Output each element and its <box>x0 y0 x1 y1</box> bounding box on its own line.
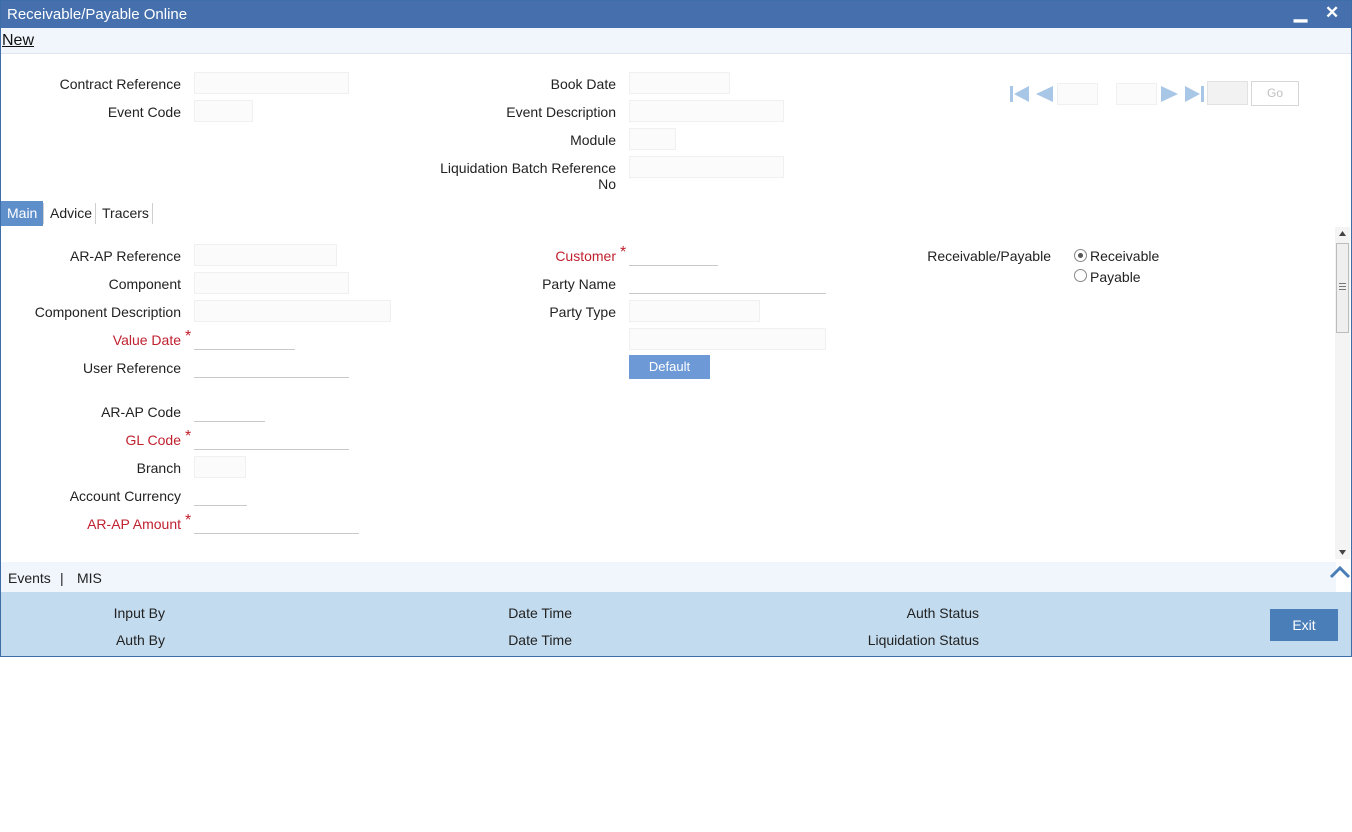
scroll-up-icon[interactable] <box>1338 230 1347 237</box>
liquidation-batch-reference-text-1: Liquidation Batch Reference <box>440 160 616 176</box>
last-record-icon[interactable] <box>1183 83 1205 105</box>
new-link[interactable]: New <box>2 32 34 50</box>
customer-required-mark: * <box>620 244 627 261</box>
tab-divider <box>152 203 153 224</box>
tab-advice[interactable]: Advice <box>44 201 98 226</box>
arap-amount-input[interactable] <box>194 512 359 534</box>
title-bar: Receivable/Payable Online ▁ ✕ <box>1 1 1351 28</box>
exit-button[interactable]: Exit <box>1270 609 1338 641</box>
input-date-time-label: Date Time <box>508 605 572 621</box>
gl-code-input[interactable] <box>194 428 349 450</box>
scrollbar-thumb[interactable] <box>1336 243 1349 333</box>
auth-by-label: Auth By <box>115 632 165 648</box>
minimize-icon[interactable]: ▁ <box>1294 3 1307 23</box>
total-records-field[interactable] <box>1116 83 1157 105</box>
current-record-field[interactable] <box>1057 83 1098 105</box>
payable-radio-label: Payable <box>1090 269 1141 285</box>
component-description-input[interactable] <box>194 300 391 322</box>
previous-record-icon[interactable] <box>1033 83 1055 105</box>
next-record-icon[interactable] <box>1159 83 1181 105</box>
liquidation-batch-reference-text-2: No <box>598 176 616 192</box>
liquidation-status-label: Liquidation Status <box>867 632 979 648</box>
liquidation-batch-reference-label: Liquidation Batch Reference No <box>440 160 616 192</box>
menu-bar: New <box>1 28 1351 54</box>
component-label: Component <box>108 276 181 292</box>
customer-label: Customer <box>555 248 616 264</box>
contract-reference-input[interactable] <box>194 72 349 94</box>
event-description-label: Event Description <box>506 104 616 120</box>
customer-input[interactable] <box>629 244 718 266</box>
party-name-label: Party Name <box>542 276 616 292</box>
branch-label: Branch <box>136 460 181 476</box>
receivable-payable-label: Receivable/Payable <box>927 248 1051 264</box>
value-date-required-mark: * <box>185 328 192 345</box>
event-code-input[interactable] <box>194 100 253 122</box>
receivable-radio[interactable] <box>1074 249 1087 262</box>
event-code-label: Event Code <box>107 104 181 120</box>
component-description-label: Component Description <box>34 304 181 320</box>
arap-code-label: AR-AP Code <box>101 404 181 420</box>
window-title: Receivable/Payable Online <box>7 6 188 23</box>
module-label: Module <box>570 132 616 148</box>
collapse-chevron-icon[interactable] <box>1329 564 1351 580</box>
liquidation-batch-reference-input[interactable] <box>629 156 784 178</box>
arap-reference-label: AR-AP Reference <box>69 248 181 264</box>
gl-code-label: GL Code <box>125 432 181 448</box>
default-button[interactable]: Default <box>629 355 710 379</box>
receivable-radio-label: Receivable <box>1090 248 1160 264</box>
footer-audit-panel: Input By Auth By Date Time Date Time Aut… <box>1 592 1351 656</box>
vertical-scrollbar[interactable] <box>1335 227 1350 559</box>
event-description-input[interactable] <box>629 100 784 122</box>
party-name-input[interactable] <box>629 272 826 294</box>
arap-reference-input[interactable] <box>194 244 337 266</box>
go-button[interactable]: Go <box>1251 81 1299 106</box>
payable-radio[interactable] <box>1074 269 1087 282</box>
account-currency-input[interactable] <box>194 484 247 506</box>
main-window: Receivable/Payable Online ▁ ✕ New Contra… <box>0 0 1352 657</box>
account-currency-label: Account Currency <box>69 488 181 504</box>
value-date-input[interactable] <box>194 328 295 350</box>
close-icon[interactable]: ✕ <box>1325 3 1339 23</box>
scroll-down-icon[interactable] <box>1338 549 1347 556</box>
value-date-label: Value Date <box>112 332 181 348</box>
gl-code-required-mark: * <box>185 428 192 445</box>
contract-reference-label: Contract Reference <box>59 76 181 92</box>
arap-code-input[interactable] <box>194 400 265 422</box>
page-number-input[interactable] <box>1207 81 1248 105</box>
branch-input[interactable] <box>194 456 246 478</box>
events-link[interactable]: Events <box>8 570 51 586</box>
auth-status-label: Auth Status <box>906 605 979 621</box>
party-type-label: Party Type <box>549 304 616 320</box>
mis-link[interactable]: MIS <box>77 570 102 586</box>
bottom-links-bar: Events | MIS <box>1 562 1336 593</box>
user-reference-label: User Reference <box>82 360 181 376</box>
component-input[interactable] <box>194 272 349 294</box>
module-input[interactable] <box>629 128 676 150</box>
links-separator: | <box>60 570 64 586</box>
user-reference-input[interactable] <box>194 356 349 378</box>
party-type-input[interactable] <box>629 300 760 322</box>
input-by-label: Input By <box>113 605 165 621</box>
tab-main[interactable]: Main <box>1 201 44 226</box>
book-date-input[interactable] <box>629 72 730 94</box>
party-type-description-input[interactable] <box>629 328 826 350</box>
first-record-icon[interactable] <box>1009 83 1031 105</box>
arap-amount-label: AR-AP Amount <box>87 516 181 532</box>
book-date-label: Book Date <box>550 76 616 92</box>
grip-icon <box>1339 283 1346 290</box>
auth-date-time-label: Date Time <box>508 632 572 648</box>
arap-amount-required-mark: * <box>185 512 192 529</box>
tab-tracers[interactable]: Tracers <box>96 201 155 226</box>
